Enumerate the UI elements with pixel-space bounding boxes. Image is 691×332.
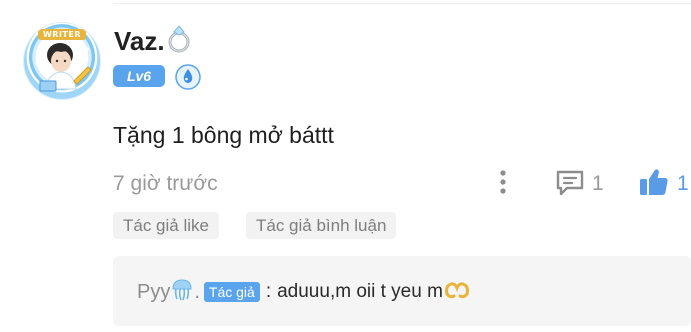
jellyfish-icon <box>171 278 193 307</box>
tag-author-replied: Tác giả bình luận <box>246 212 397 239</box>
more-vertical-icon[interactable] <box>495 168 511 203</box>
ring-icon <box>165 22 195 59</box>
reply-author-suffix: . <box>194 280 200 303</box>
reply-separator: : <box>265 281 272 302</box>
writer-ribbon: WRITER <box>38 29 86 40</box>
thumbs-up-icon <box>640 169 668 195</box>
comment-icon <box>556 170 584 196</box>
comment-text: Tặng 1 bông mở báttt <box>113 122 334 148</box>
reply-line: Pyy . Tác giả : aduuu,m oii t yeu m <box>137 278 470 306</box>
reply-count: 1 <box>592 172 604 195</box>
avatar[interactable]: WRITER <box>24 23 100 99</box>
level-badge: Lv6 <box>113 65 165 87</box>
timestamp: 7 giờ trước <box>113 172 218 195</box>
comment-card: WRITER Vaz. Lv6 Tặng 1 bông mở báttt 7 g… <box>0 0 691 332</box>
author-badge: Tác giả <box>203 282 260 302</box>
username[interactable]: Vaz. <box>114 26 165 56</box>
like-button[interactable] <box>638 167 670 197</box>
tag-author-liked: Tác giả like <box>113 212 219 239</box>
like-count: 1 <box>677 172 689 195</box>
reply-text: aduuu,m oii t yeu m <box>277 281 443 302</box>
reply-author-name[interactable]: Pyy <box>137 281 170 304</box>
reply-button[interactable] <box>555 168 585 198</box>
heart-hands-icon <box>444 280 470 305</box>
top-divider <box>113 3 691 4</box>
water-drop-badge-icon <box>175 64 201 95</box>
reply-preview[interactable]: Pyy . Tác giả : aduuu,m oii t yeu m <box>113 256 691 326</box>
